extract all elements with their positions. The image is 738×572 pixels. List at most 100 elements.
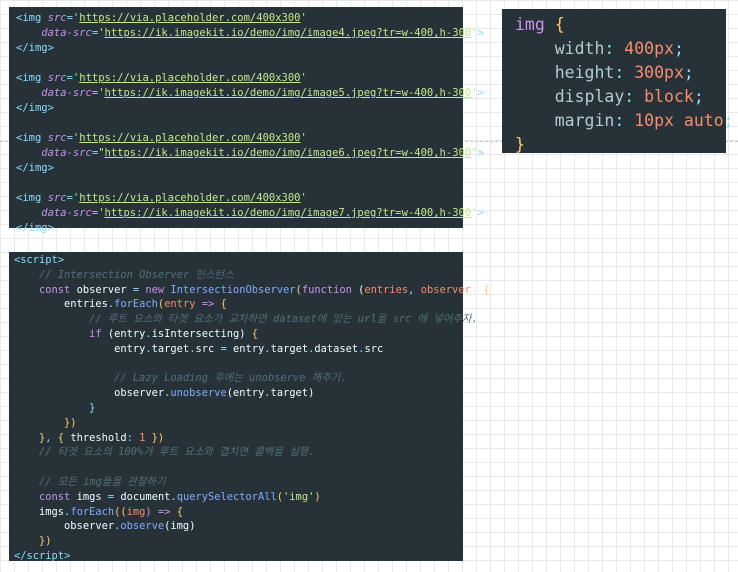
code-token: img — [126, 505, 146, 518]
code-token: > — [64, 549, 71, 562]
code-token: observer — [76, 283, 127, 296]
code-line: </img> — [16, 101, 463, 116]
code-token: // Intersection Observer 인스턴스 — [14, 268, 234, 281]
code-line: <script> — [14, 253, 463, 268]
code-token: script — [26, 549, 65, 562]
code-line: <img src='https://via.placeholder.com/40… — [16, 131, 463, 146]
code-token: ) — [239, 327, 252, 340]
code-token: ' — [300, 192, 307, 204]
code-token: </ — [16, 162, 29, 174]
code-token: https://via.placeholder.com/400x300 — [79, 192, 301, 204]
code-token: display — [515, 87, 625, 106]
code-token: : — [614, 111, 635, 130]
code-line: const observer = new IntersectionObserve… — [14, 283, 490, 298]
code-token: margin — [515, 111, 615, 130]
code-line: </img> — [16, 41, 463, 56]
code-token: forEach — [114, 298, 158, 311]
code-token: img — [170, 520, 190, 533]
code-token: observer — [420, 283, 471, 296]
code-token: }) — [14, 416, 77, 429]
code-token: const — [14, 490, 77, 503]
code-token: { — [251, 327, 259, 340]
code-token: (( — [114, 505, 127, 518]
code-token: target — [151, 342, 190, 355]
code-token: , — [45, 431, 58, 444]
code-token: 10px auto — [634, 111, 724, 130]
code-token: src — [41, 72, 67, 84]
code-token: observer — [14, 520, 115, 533]
code-token: https://ik.imagekit.io/demo/img/image5.j… — [104, 87, 472, 99]
code-token: : — [624, 87, 645, 106]
code-token: { — [554, 15, 565, 34]
code-line: display: block; — [515, 85, 726, 109]
code-token: } — [515, 135, 525, 154]
code-line: }) — [14, 534, 463, 549]
code-token: script — [20, 254, 58, 266]
code-token: ) — [308, 387, 315, 400]
code-token: img — [28, 222, 48, 234]
code-token: => — [195, 298, 221, 311]
code-token: https://ik.imagekit.io/demo/img/image6.j… — [104, 147, 472, 159]
code-token: ' — [300, 132, 307, 144]
code-token: ' — [300, 72, 307, 84]
code-token: src — [364, 342, 384, 355]
code-token: } — [14, 431, 46, 444]
code-token: src — [41, 192, 67, 204]
code-line: const imgs = document.querySelectorAll('… — [14, 490, 463, 505]
code-token: ) — [314, 490, 321, 503]
code-token: }) — [145, 431, 165, 444]
code-token: https://via.placeholder.com/400x300 — [79, 72, 301, 84]
code-line: </script> — [14, 549, 463, 564]
code-line: // 모든 img들을 관찰하기 — [14, 475, 463, 490]
code-token: ) — [189, 520, 196, 533]
code-token: img — [22, 12, 42, 24]
code-token: ; — [693, 87, 704, 106]
code-line: data-src="https://ik.imagekit.io/demo/im… — [16, 146, 484, 161]
code-line: data-src='https://ik.imagekit.io/demo/im… — [16, 206, 484, 221]
code-token: forEach — [70, 505, 115, 518]
code-line: // 루트 요소와 타겟 요소가 교차하면 dataset에 있는 url을 s… — [14, 312, 478, 327]
code-token: ; — [673, 39, 684, 58]
code-line: <img src='https://via.placeholder.com/40… — [16, 71, 463, 86]
code-token: observe — [120, 520, 165, 533]
code-token: src — [195, 342, 215, 355]
code-token: 400px — [624, 39, 674, 58]
html-code-panel: <img src='https://via.placeholder.com/40… — [9, 7, 484, 234]
code-line: entry.target.src = entry.target.dataset.… — [14, 342, 463, 357]
code-line: // 타겟 요소의 100%가 루트 요소와 겹치면 콜백을 실행. — [14, 445, 463, 460]
code-token: = — [101, 490, 121, 503]
css-code-panel: img { width: 400px; height: 300px; displ… — [502, 9, 734, 154]
code-line: width: 400px; — [515, 37, 726, 61]
code-token: src — [41, 132, 67, 144]
code-line: if (entry.isIntersecting) { — [14, 327, 463, 342]
code-token: function — [301, 283, 352, 296]
code-line: observer.unobserve(entry.target) — [14, 386, 463, 401]
code-line: </img> — [16, 221, 463, 236]
code-line: // Lazy Loading 후에는 unobserve 해주기. — [14, 371, 463, 386]
code-token: > — [47, 222, 54, 234]
code-token: entry — [233, 342, 265, 355]
code-token: , — [408, 283, 421, 296]
code-token: IntersectionObserver — [170, 283, 296, 296]
code-token: entries — [14, 298, 108, 311]
code-line: }, { threshold: 1 }) — [14, 431, 463, 446]
code-token: const — [14, 283, 77, 296]
code-token: threshold — [70, 431, 127, 444]
code-token: querySelectorAll — [176, 490, 277, 503]
code-token: > — [477, 207, 484, 219]
code-token: > — [477, 147, 484, 159]
code-token: // 모든 img들을 관찰하기 — [14, 475, 166, 488]
code-token: https://via.placeholder.com/400x300 — [79, 132, 301, 144]
code-token: </ — [14, 549, 27, 562]
code-token: isIntersecting — [151, 327, 240, 340]
code-line: }) — [14, 416, 463, 431]
code-token: </ — [16, 42, 29, 54]
code-token: { — [483, 283, 490, 296]
code-token: </ — [16, 222, 29, 234]
code-token: { — [57, 431, 71, 444]
